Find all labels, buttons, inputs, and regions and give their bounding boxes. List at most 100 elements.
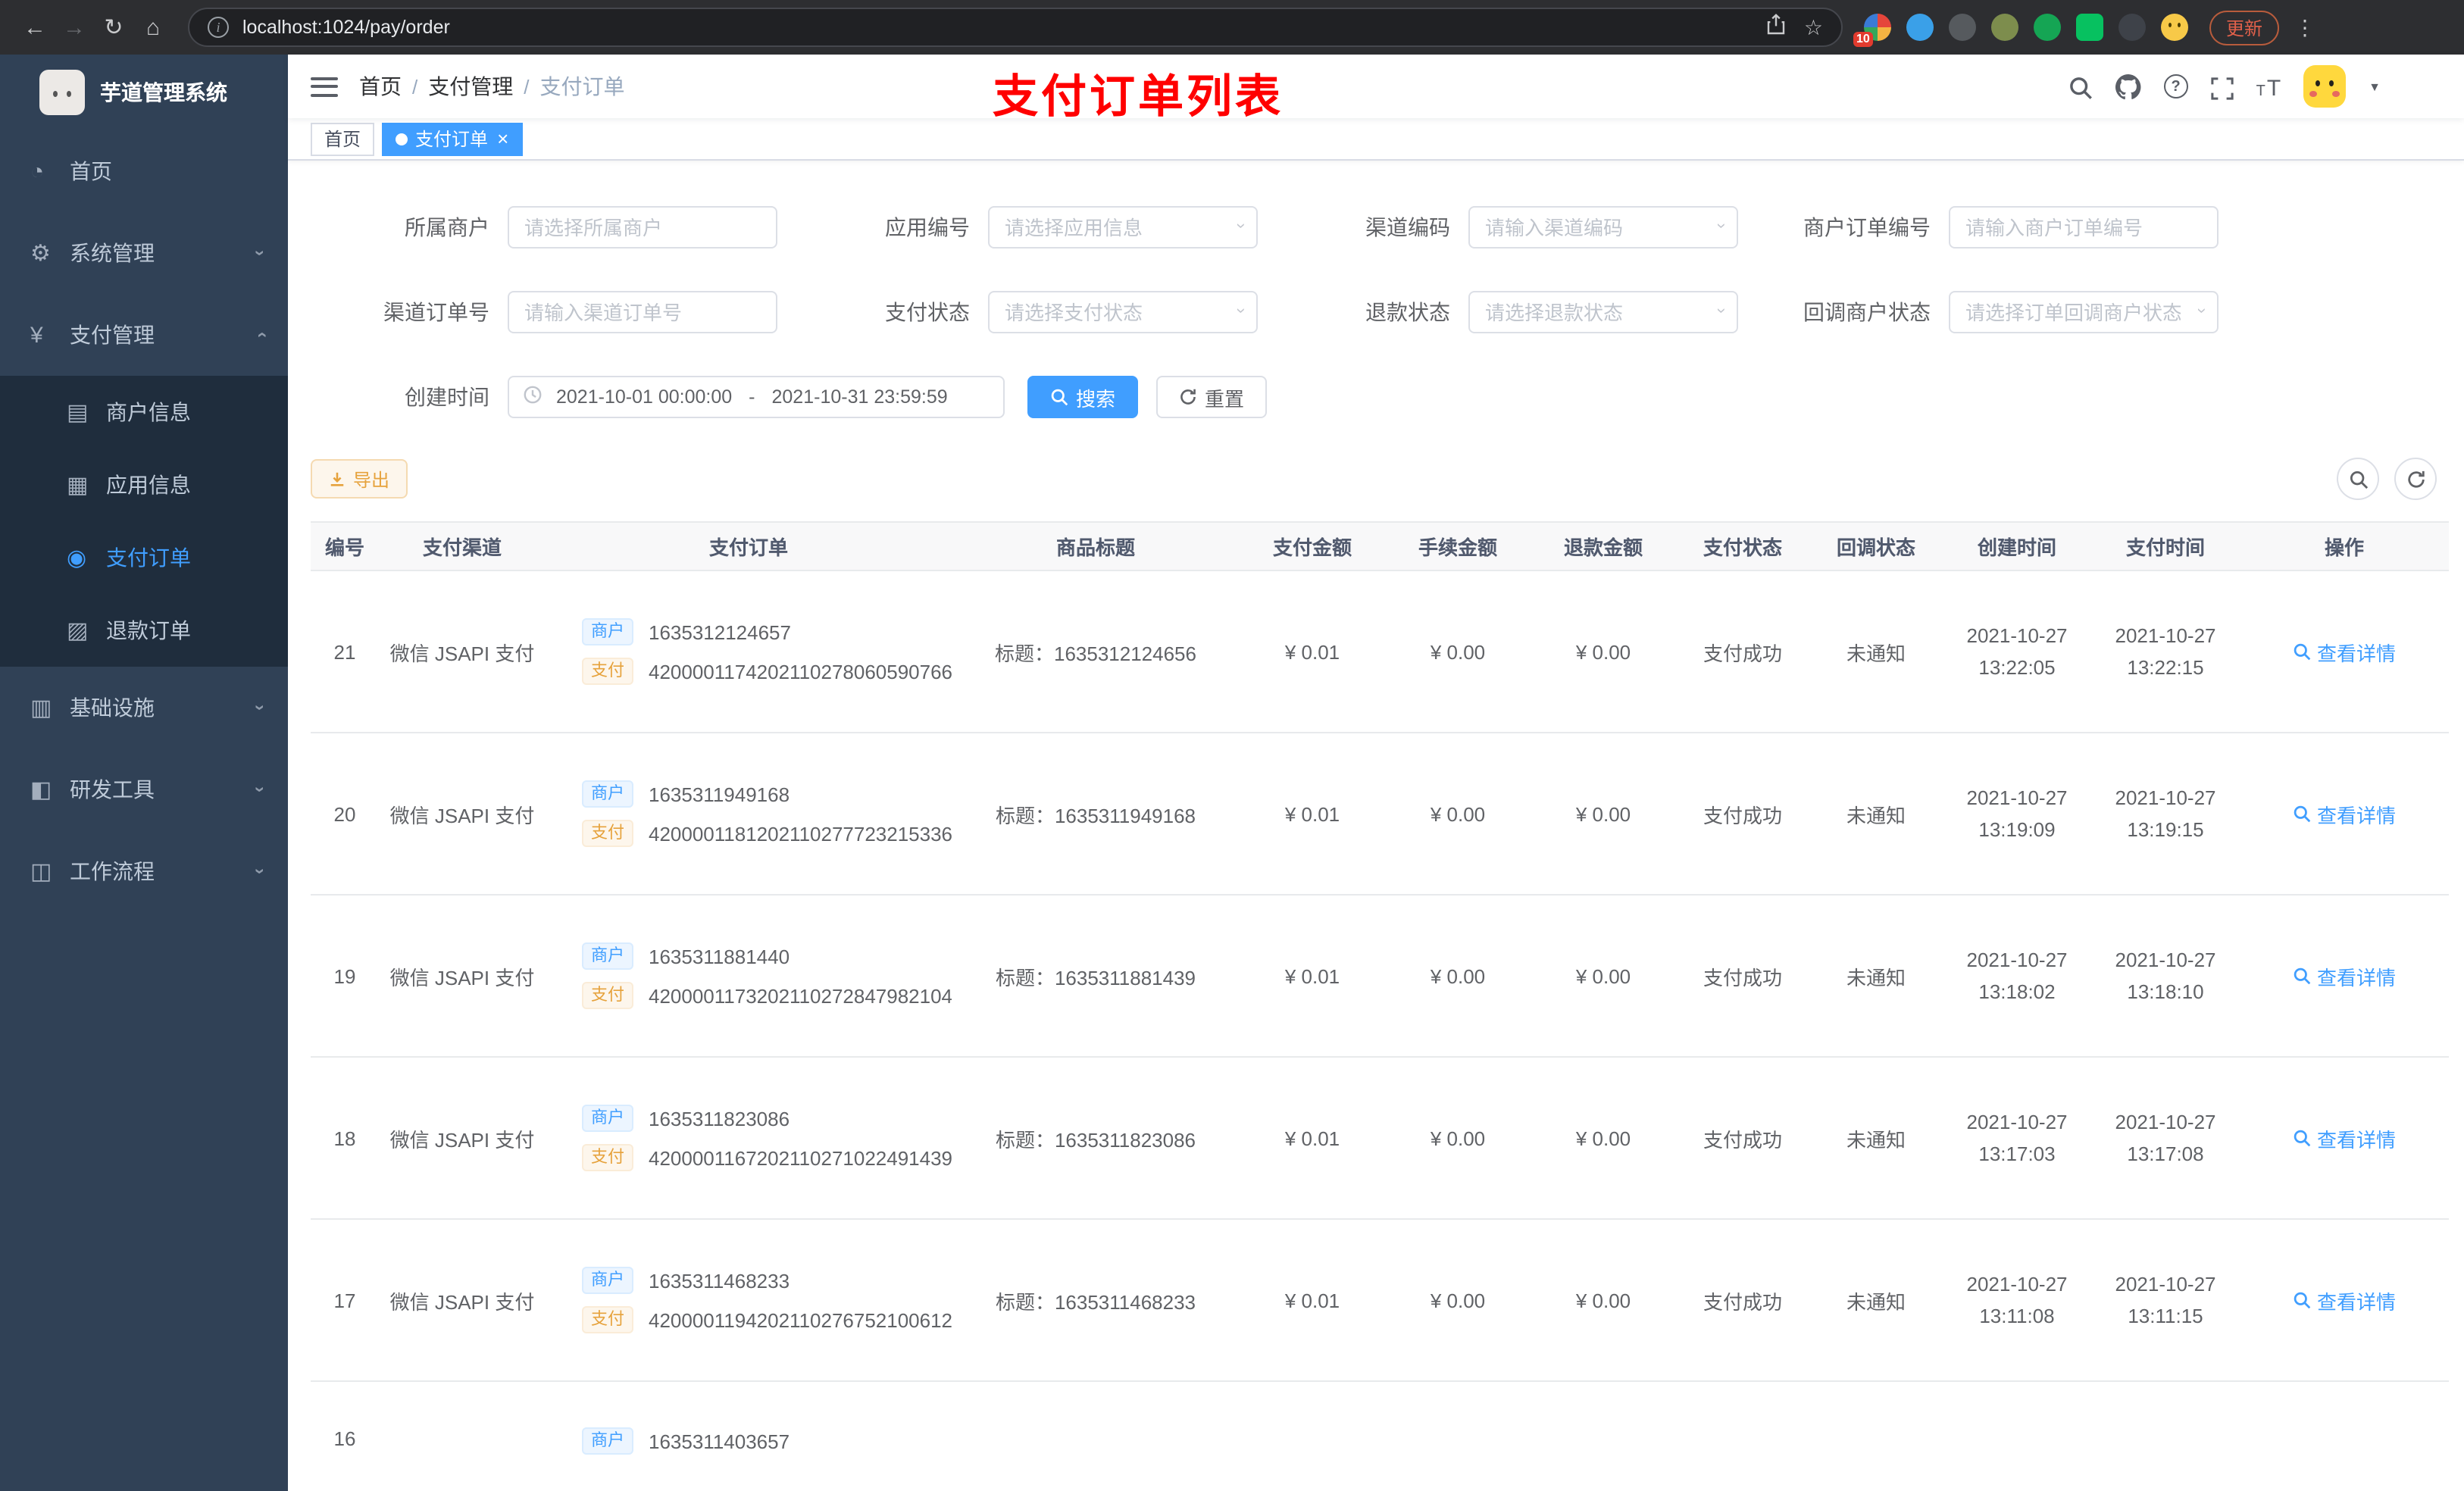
close-icon[interactable]: × bbox=[497, 127, 508, 150]
filter-field-merchant: 所属商户 bbox=[311, 206, 777, 248]
font-size-icon[interactable]: TT bbox=[2256, 73, 2281, 100]
search-button[interactable]: 搜索 bbox=[1027, 376, 1139, 418]
toggle-search-button[interactable] bbox=[2337, 458, 2379, 500]
address-bar[interactable]: i localhost:1024/pay/order ☆ bbox=[188, 8, 1843, 47]
view-detail-link[interactable]: 查看详情 bbox=[2293, 1124, 2396, 1152]
active-tab-dot bbox=[396, 133, 408, 145]
field-label: 退款状态 bbox=[1365, 300, 1450, 324]
filter-row: 渠道订单号 支付状态 › 退款状态 › 回调商户状态 › bbox=[311, 291, 2449, 333]
cell-refund: ¥ 0.00 bbox=[1531, 570, 1676, 733]
view-detail-link[interactable]: 查看详情 bbox=[2293, 1286, 2396, 1314]
app-title: 芋道管理系统 bbox=[100, 80, 227, 105]
sidebar-item-system[interactable]: ⚙ 系统管理 › bbox=[0, 212, 288, 294]
browser-menu-icon[interactable]: ⋮ bbox=[2294, 14, 2315, 40]
button-label: 搜索 bbox=[1076, 387, 1116, 410]
browser-toolbar: ← → ↻ ⌂ i localhost:1024/pay/order ☆ 10 … bbox=[0, 0, 2464, 55]
fullscreen-icon[interactable] bbox=[2210, 73, 2234, 100]
notify-status-select[interactable] bbox=[1949, 291, 2219, 333]
pay-tag: 支付 bbox=[582, 1144, 633, 1171]
cell-fee bbox=[1385, 1381, 1531, 1491]
cell-id: 18 bbox=[311, 1057, 379, 1220]
reset-button[interactable]: 重置 bbox=[1156, 376, 1268, 418]
column-header: 操作 bbox=[2240, 521, 2449, 571]
github-icon[interactable] bbox=[2115, 73, 2141, 100]
cell-fee: ¥ 0.00 bbox=[1385, 895, 1531, 1058]
app-id-select[interactable] bbox=[988, 206, 1258, 248]
sidebar-item-payment[interactable]: ¥ 支付管理 › bbox=[0, 294, 288, 376]
tab-home[interactable]: 首页 bbox=[311, 122, 375, 155]
cell-actions: 查看详情 bbox=[2240, 895, 2449, 1058]
column-header: 支付金额 bbox=[1240, 521, 1385, 571]
sidebar-item-label: 首页 bbox=[70, 159, 112, 183]
sidebar-item-app-info[interactable]: ▦ 应用信息 bbox=[0, 449, 288, 521]
avatar[interactable] bbox=[2303, 65, 2347, 108]
column-header: 支付订单 bbox=[546, 521, 952, 571]
cell-id: 21 bbox=[311, 570, 379, 733]
app-logo[interactable]: 芋道管理系统 bbox=[0, 55, 288, 130]
annotation-overlay: 支付订单列表 bbox=[993, 73, 1284, 123]
refresh-table-button[interactable] bbox=[2394, 458, 2437, 500]
cell-status bbox=[1676, 1381, 1809, 1491]
sidebar-toggle-icon[interactable] bbox=[311, 77, 338, 96]
cell-actions: 查看详情 bbox=[2240, 1219, 2449, 1382]
view-detail-link[interactable]: 查看详情 bbox=[2293, 961, 2396, 990]
breadcrumb-separator: / bbox=[524, 75, 530, 98]
pay-order-icon: ◉ bbox=[67, 545, 87, 571]
browser-back-icon[interactable]: ← bbox=[15, 8, 55, 47]
date-range-input[interactable]: 2021-10-01 00:00:00 - 2021-10-31 23:59:5… bbox=[508, 376, 1005, 418]
column-header: 编号 bbox=[311, 521, 379, 571]
site-info-icon[interactable]: i bbox=[208, 17, 229, 38]
sidebar-item-refund-order[interactable]: ▨ 退款订单 bbox=[0, 594, 288, 667]
sidebar-item-merchant-info[interactable]: ▤ 商户信息 bbox=[0, 376, 288, 449]
extension-icon-2[interactable] bbox=[1906, 14, 1934, 41]
chevron-down-icon[interactable]: ▼ bbox=[2369, 80, 2381, 93]
browser-refresh-icon[interactable]: ↻ bbox=[94, 8, 133, 47]
bookmark-star-icon[interactable]: ☆ bbox=[1804, 14, 1823, 40]
cell-amount: ¥ 0.01 bbox=[1240, 1057, 1385, 1220]
sidebar-item-pay-order[interactable]: ◉ 支付订单 bbox=[0, 521, 288, 594]
browser-update-button[interactable]: 更新 bbox=[2209, 10, 2280, 45]
view-detail-link[interactable]: 查看详情 bbox=[2293, 799, 2396, 828]
tab-label: 首页 bbox=[324, 129, 361, 150]
filter-field-pay-status: 支付状态 › bbox=[791, 291, 1258, 333]
help-icon[interactable]: ? bbox=[2163, 74, 2188, 98]
extension-icon-4[interactable] bbox=[1991, 14, 2018, 41]
cell-notify-status bbox=[1809, 1381, 1943, 1491]
extension-icon-1[interactable]: 10 bbox=[1853, 14, 1891, 47]
export-button[interactable]: 导出 bbox=[311, 459, 408, 499]
extension-icon-6[interactable] bbox=[2076, 14, 2103, 41]
breadcrumb-home[interactable]: 首页 bbox=[359, 71, 402, 102]
tab-pay-order[interactable]: 支付订单 × bbox=[382, 122, 523, 155]
merchant-order-no-input[interactable] bbox=[1949, 206, 2219, 248]
channel-order-no-input[interactable] bbox=[508, 291, 777, 333]
refund-status-select[interactable] bbox=[1468, 291, 1738, 333]
sidebar-item-workflow[interactable]: ◫ 工作流程 › bbox=[0, 830, 288, 912]
browser-forward-icon[interactable]: → bbox=[55, 8, 94, 47]
pay-status-select[interactable] bbox=[988, 291, 1258, 333]
extension-icon-3[interactable] bbox=[1949, 14, 1976, 41]
channel-code-select[interactable] bbox=[1468, 206, 1738, 248]
extension-icon-5[interactable] bbox=[2034, 14, 2061, 41]
cell-pay-time: 2021-10-27 13:22:15 bbox=[2091, 570, 2240, 733]
table-row: 20 微信 JSAPI 支付 商户 1635311949168 支付 4200001181… bbox=[311, 733, 2449, 896]
clock-icon bbox=[523, 385, 543, 409]
field-label: 所属商户 bbox=[405, 215, 489, 239]
share-icon[interactable] bbox=[1768, 13, 1786, 42]
filter-field-create-time: 创建时间 2021-10-01 00:00:00 - 2021-10-31 23… bbox=[311, 376, 2449, 418]
cell-actions: 查看详情 bbox=[2240, 570, 2449, 733]
extension-icon-8[interactable] bbox=[2161, 14, 2188, 41]
logo-image bbox=[39, 70, 85, 115]
filter-field-channel-code: 渠道编码 › bbox=[1271, 206, 1738, 248]
browser-home-icon[interactable]: ⌂ bbox=[133, 8, 173, 47]
search-icon[interactable] bbox=[2068, 73, 2093, 100]
sidebar-item-home[interactable]: ◔ 首页 bbox=[0, 130, 288, 212]
breadcrumb-pay-management[interactable]: 支付管理 bbox=[428, 71, 513, 102]
cell-pay-time bbox=[2091, 1381, 2240, 1491]
cell-pay-order: 商户 1635311468233 支付 42000011942021102767521… bbox=[546, 1219, 952, 1382]
chevron-down-icon: › bbox=[1712, 308, 1731, 314]
view-detail-link[interactable]: 查看详情 bbox=[2293, 637, 2396, 666]
merchant-input[interactable] bbox=[508, 206, 777, 248]
sidebar-item-devtools[interactable]: ◧ 研发工具 › bbox=[0, 749, 288, 830]
sidebar-item-infrastructure[interactable]: ▥ 基础设施 › bbox=[0, 667, 288, 749]
extension-icon-7[interactable] bbox=[2118, 14, 2146, 41]
